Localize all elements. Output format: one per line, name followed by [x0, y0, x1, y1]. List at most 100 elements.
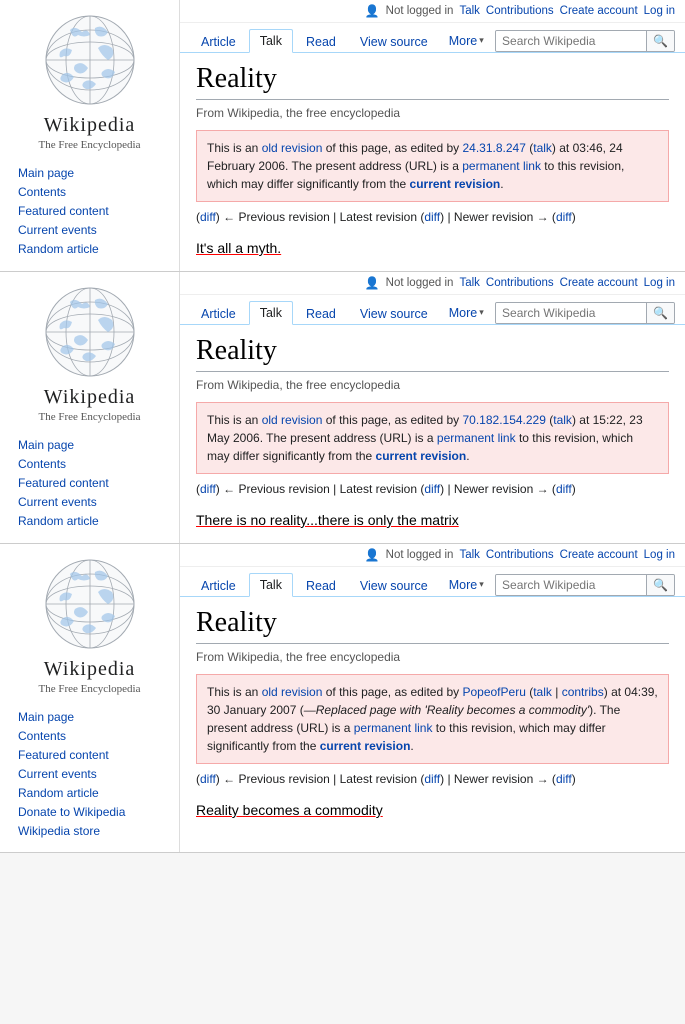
sidebar-item-featured-1[interactable]: Featured content: [18, 204, 109, 218]
contribs-link-3[interactable]: contribs: [562, 685, 604, 699]
search-input-1[interactable]: [496, 31, 646, 51]
create-account-link-1[interactable]: Create account: [560, 5, 638, 17]
talk-link-2[interactable]: Talk: [459, 277, 479, 289]
wiki-subtitle-3: The Free Encyclopedia: [38, 683, 140, 695]
user-link-3[interactable]: PopeofPeru: [462, 685, 525, 699]
from-wikipedia-3: From Wikipedia, the free encyclopedia: [196, 650, 669, 664]
create-account-link-3[interactable]: Create account: [560, 549, 638, 561]
sidebar-item-events-1[interactable]: Current events: [18, 223, 97, 237]
create-account-link-2[interactable]: Create account: [560, 277, 638, 289]
tab-talk-3[interactable]: Talk: [249, 573, 293, 597]
permanent-link-1[interactable]: permanent link: [462, 159, 541, 173]
search-input-3[interactable]: [496, 575, 646, 595]
old-revision-link-3[interactable]: old revision: [262, 685, 323, 699]
chevron-down-icon-1: ▾: [479, 35, 484, 46]
tab-read-1[interactable]: Read: [295, 30, 347, 53]
article-area-2: Reality From Wikipedia, the free encyclo…: [180, 325, 685, 543]
diff-line-1: (diff) ← Previous revision | Latest revi…: [196, 210, 669, 224]
diff-link-2b[interactable]: diff: [424, 482, 440, 496]
tab-article-1[interactable]: Article: [190, 30, 247, 53]
main-content-1: 👤 Not logged in Talk Contributions Creat…: [180, 0, 685, 271]
tab-more-2[interactable]: More ▾: [441, 302, 492, 324]
chevron-down-icon-2: ▾: [479, 307, 484, 318]
sidebar-nav-1: Main page Contents Featured content Curr…: [8, 165, 171, 260]
ip-link-2[interactable]: 70.182.154.229: [462, 413, 545, 427]
tab-read-3[interactable]: Read: [295, 574, 347, 597]
person-icon-2: 👤: [365, 276, 380, 290]
sidebar-item-main-page-1[interactable]: Main page: [18, 166, 74, 180]
tab-more-1[interactable]: More ▾: [441, 30, 492, 52]
log-in-link-1[interactable]: Log in: [644, 5, 675, 17]
ip-link-1[interactable]: 24.31.8.247: [462, 141, 525, 155]
talk-link-rev-2[interactable]: talk: [553, 413, 572, 427]
sidebar-1: Wikipedia The Free Encyclopedia Main pag…: [0, 0, 180, 271]
diff-link-1[interactable]: diff: [200, 210, 216, 224]
diff-link-1b[interactable]: diff: [424, 210, 440, 224]
current-revision-link-1[interactable]: current revision: [410, 177, 501, 191]
wiki-instance-1: Wikipedia The Free Encyclopedia Main pag…: [0, 0, 685, 272]
tab-article-2[interactable]: Article: [190, 302, 247, 325]
sidebar-item-contents-1[interactable]: Contents: [18, 185, 66, 199]
sidebar-item-events-3[interactable]: Current events: [18, 767, 97, 781]
tab-view-source-1[interactable]: View source: [349, 30, 439, 53]
talk-link-rev-3[interactable]: talk: [533, 685, 552, 699]
tab-more-3[interactable]: More ▾: [441, 574, 492, 596]
sidebar-item-random-3[interactable]: Random article: [18, 786, 99, 800]
tab-view-source-2[interactable]: View source: [349, 302, 439, 325]
permanent-link-2[interactable]: permanent link: [437, 431, 516, 445]
contributions-link-3[interactable]: Contributions: [486, 549, 554, 561]
current-revision-link-3[interactable]: current revision: [320, 739, 411, 753]
sidebar-nav-2: Main page Contents Featured content Curr…: [8, 437, 171, 532]
sidebar-item-events-2[interactable]: Current events: [18, 495, 97, 509]
sidebar-item-featured-3[interactable]: Featured content: [18, 748, 109, 762]
diff-link-3a[interactable]: diff: [200, 772, 216, 786]
sidebar-item-main-page-2[interactable]: Main page: [18, 438, 74, 452]
sidebar-item-random-1[interactable]: Random article: [18, 242, 99, 256]
talk-link-rev-1[interactable]: talk: [533, 141, 552, 155]
sidebar-item-main-page-3[interactable]: Main page: [18, 710, 74, 724]
diff-line-2: (diff) ← Previous revision | Latest revi…: [196, 482, 669, 496]
wiki-globe-3: [40, 554, 140, 654]
tab-bar-3: Article Talk Read View source More ▾ 🔍: [180, 567, 685, 597]
log-in-link-3[interactable]: Log in: [644, 549, 675, 561]
search-button-1[interactable]: 🔍: [646, 31, 674, 51]
main-content-2: 👤 Not logged in Talk Contributions Creat…: [180, 272, 685, 543]
search-button-3[interactable]: 🔍: [646, 575, 674, 595]
contributions-link-1[interactable]: Contributions: [486, 5, 554, 17]
tab-talk-2[interactable]: Talk: [249, 301, 293, 325]
diff-link-1c[interactable]: diff: [556, 210, 572, 224]
person-icon-1: 👤: [365, 4, 380, 18]
search-button-2[interactable]: 🔍: [646, 303, 674, 323]
sidebar-item-contents-2[interactable]: Contents: [18, 457, 66, 471]
search-box-3: 🔍: [495, 574, 675, 596]
log-in-link-2[interactable]: Log in: [644, 277, 675, 289]
diff-link-3c[interactable]: diff: [556, 772, 572, 786]
tab-read-2[interactable]: Read: [295, 302, 347, 325]
person-icon-3: 👤: [365, 548, 380, 562]
old-revision-link-2[interactable]: old revision: [262, 413, 323, 427]
search-input-2[interactable]: [496, 303, 646, 323]
talk-link-1[interactable]: Talk: [459, 5, 479, 17]
diff-link-2c[interactable]: diff: [556, 482, 572, 496]
vandal-text-3: Reality becomes a commodity: [196, 802, 383, 818]
diff-link-2a[interactable]: diff: [200, 482, 216, 496]
revision-notice-3: This is an old revision of this page, as…: [196, 674, 669, 764]
sidebar-item-donate-3[interactable]: Donate to Wikipedia: [18, 805, 125, 819]
sidebar-item-contents-3[interactable]: Contents: [18, 729, 66, 743]
contributions-link-2[interactable]: Contributions: [486, 277, 554, 289]
wiki-subtitle-2: The Free Encyclopedia: [38, 411, 140, 423]
wiki-subtitle-1: The Free Encyclopedia: [38, 139, 140, 151]
tab-view-source-3[interactable]: View source: [349, 574, 439, 597]
diff-link-3b[interactable]: diff: [424, 772, 440, 786]
sidebar-item-featured-2[interactable]: Featured content: [18, 476, 109, 490]
sidebar-item-random-2[interactable]: Random article: [18, 514, 99, 528]
old-revision-link-1[interactable]: old revision: [262, 141, 323, 155]
current-revision-link-2[interactable]: current revision: [376, 449, 467, 463]
permanent-link-3[interactable]: permanent link: [354, 721, 433, 735]
wiki-instance-3: Wikipedia The Free Encyclopedia Main pag…: [0, 544, 685, 853]
revision-notice-1: This is an old revision of this page, as…: [196, 130, 669, 202]
tab-article-3[interactable]: Article: [190, 574, 247, 597]
talk-link-3[interactable]: Talk: [459, 549, 479, 561]
sidebar-item-store-3[interactable]: Wikipedia store: [18, 824, 100, 838]
tab-talk-1[interactable]: Talk: [249, 29, 293, 53]
